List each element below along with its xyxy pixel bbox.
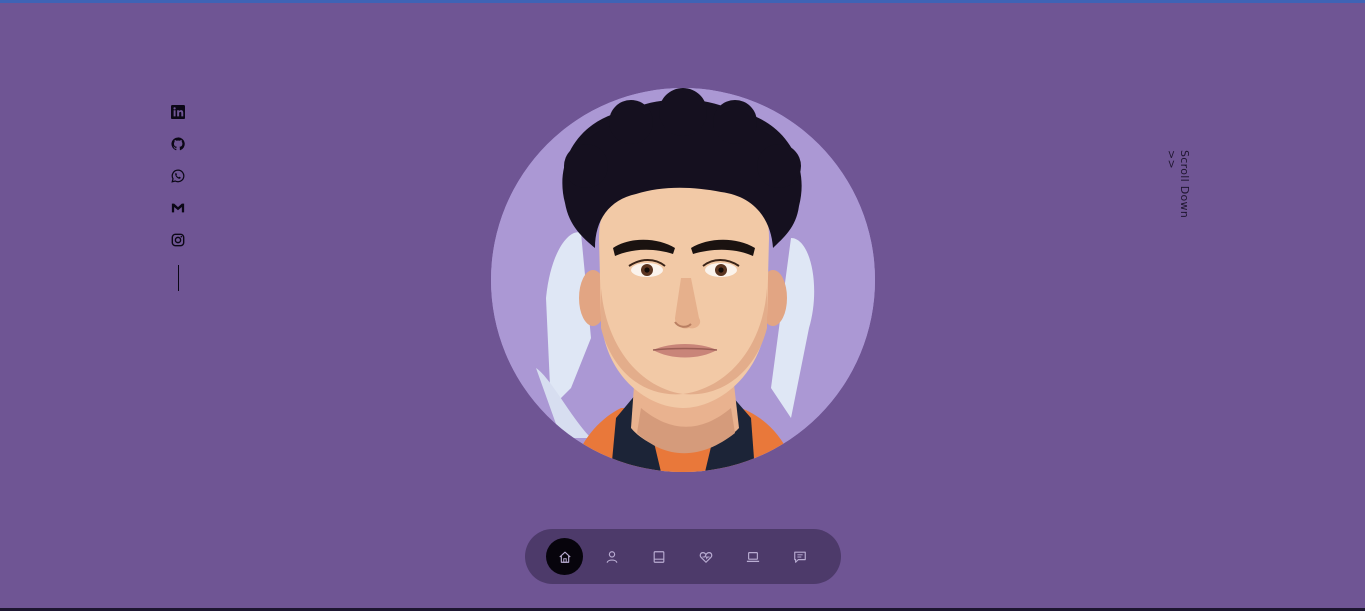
github-icon xyxy=(171,137,185,151)
nav-experience[interactable] xyxy=(640,538,677,575)
bottom-navbar xyxy=(525,529,841,584)
nav-contact[interactable] xyxy=(781,538,818,575)
instagram-link[interactable] xyxy=(168,230,188,250)
scroll-down-label: Scroll Down >> xyxy=(1165,150,1191,219)
scroll-down-link[interactable]: Scroll Down >> xyxy=(1160,150,1196,240)
browser-top-bar xyxy=(0,0,1365,3)
linkedin-link[interactable] xyxy=(168,102,188,122)
whatsapp-icon xyxy=(171,169,185,183)
nav-portfolio[interactable] xyxy=(734,538,771,575)
social-divider-line xyxy=(177,265,179,291)
gmail-icon xyxy=(171,203,185,213)
profile-illustration xyxy=(491,88,875,472)
nav-about[interactable] xyxy=(593,538,630,575)
laptop-icon xyxy=(746,551,759,562)
github-link[interactable] xyxy=(168,134,188,154)
linkedin-icon xyxy=(171,105,185,119)
home-icon xyxy=(558,551,571,563)
message-icon xyxy=(793,551,806,563)
gmail-link[interactable] xyxy=(168,198,188,218)
heart-icon xyxy=(699,551,712,563)
profile-avatar xyxy=(491,88,875,472)
social-links xyxy=(168,102,188,291)
whatsapp-link[interactable] xyxy=(168,166,188,186)
instagram-icon xyxy=(171,233,185,247)
nav-services[interactable] xyxy=(687,538,724,575)
user-icon xyxy=(606,550,617,563)
nav-home[interactable] xyxy=(546,538,583,575)
book-icon xyxy=(653,550,664,563)
